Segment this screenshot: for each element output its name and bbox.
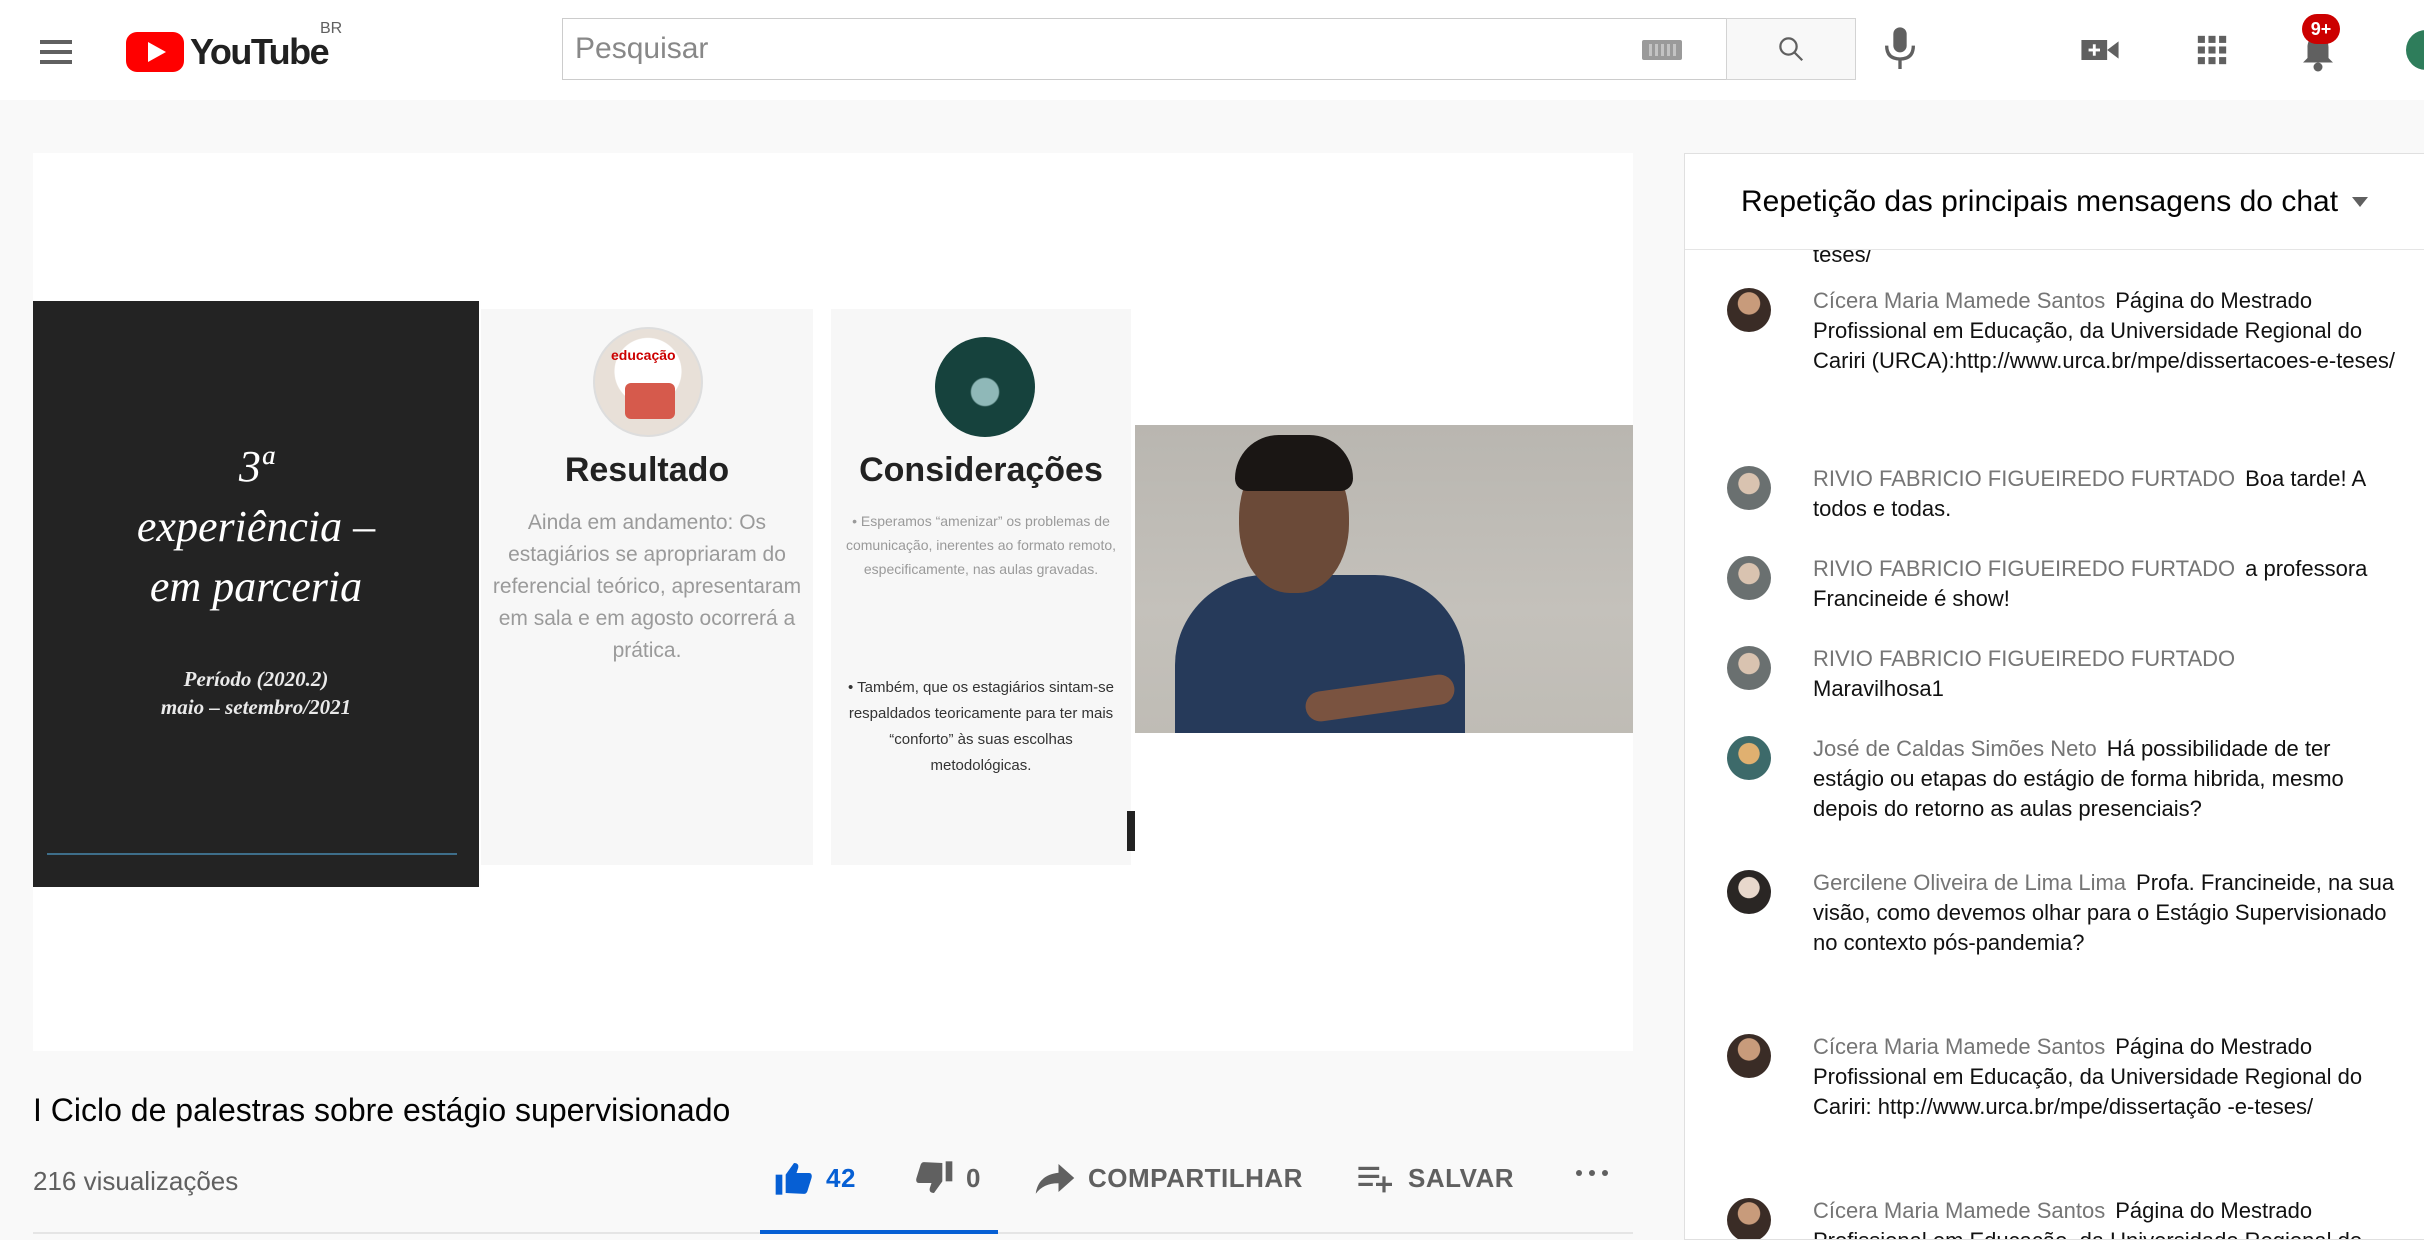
chat-mode-selector[interactable]: Repetição das principais mensagens do ch…	[1685, 154, 2424, 250]
apps-grid-icon	[2197, 35, 2227, 65]
search-input[interactable]	[562, 18, 1726, 80]
result-text: Ainda em andamento: Os estagiários se ap…	[492, 511, 802, 662]
youtube-logo[interactable]: YouTube	[126, 28, 330, 76]
youtube-play-icon	[126, 32, 184, 72]
slide-accent-line	[47, 853, 457, 855]
chat-message-text: Cícera Maria Mamede Santos Página do Mest…	[1813, 286, 2403, 376]
like-count: 42	[826, 1162, 856, 1193]
period-line-2: maio – setembro/2021	[160, 695, 352, 719]
video-player[interactable]: 3ª experiência – em parceria Período (20…	[33, 153, 1633, 1051]
author-name[interactable]: Cícera Maria Mamede Santos	[1813, 288, 2105, 313]
save-button[interactable]: SALVAR	[1356, 1150, 1514, 1206]
video-camera-plus-icon	[2081, 40, 2119, 60]
chevron-down-icon	[2352, 196, 2369, 207]
like-ratio-fill	[760, 1230, 998, 1234]
apps-button[interactable]	[2186, 24, 2238, 76]
author-name[interactable]: Cícera Maria Mamede Santos	[1813, 1198, 2105, 1223]
author-avatar[interactable]	[1727, 736, 1771, 780]
slide-considerations-column: Considerações • Esperamos “amenizar” os …	[831, 309, 1131, 865]
author-name[interactable]: RIVIO FABRICIO FIGUEIREDO FURTADO	[1813, 646, 2235, 671]
speaker-webcam	[1135, 425, 1633, 733]
author-avatar[interactable]	[1727, 556, 1771, 600]
keyboard-icon[interactable]	[1642, 40, 1682, 60]
speaker-hair	[1235, 435, 1353, 491]
more-dots-icon[interactable]	[1576, 1170, 1608, 1176]
masthead: YouTube BR 9+	[0, 0, 2424, 100]
video-title: I Ciclo de palestras sobre estágio super…	[33, 1092, 731, 1128]
microphone-icon[interactable]	[1880, 24, 1920, 74]
considerations-title: Considerações	[859, 451, 1103, 489]
author-avatar[interactable]	[1727, 870, 1771, 914]
save-label: SALVAR	[1408, 1162, 1515, 1193]
chat-message-text: José de Caldas Simões Neto Há possibilida…	[1813, 734, 2403, 824]
chat-message-text: RIVIO FABRICIO FIGUEIREDO FURTADO Boa tar…	[1813, 464, 2403, 524]
dislike-button[interactable]: 0	[914, 1150, 981, 1206]
like-ratio-bar	[760, 1230, 998, 1240]
author-avatar[interactable]	[1727, 288, 1771, 332]
share-button[interactable]: COMPARTILHAR	[1034, 1150, 1303, 1206]
author-name[interactable]: José de Caldas Simões Neto	[1813, 736, 2097, 761]
slide-experience-title: 3ª experiência – em parceria	[33, 437, 479, 617]
slide-edge-mark	[1127, 811, 1135, 851]
chat-header-label: Repetição das principais mensagens do ch…	[1741, 184, 2339, 218]
author-avatar[interactable]	[1727, 466, 1771, 510]
considerations-text-1: • Esperamos “amenizar” os problemas de c…	[845, 513, 1117, 577]
share-arrow-icon	[1035, 1164, 1075, 1194]
author-avatar[interactable]	[1727, 1034, 1771, 1078]
presentation-slide: 3ª experiência – em parceria Período (20…	[33, 301, 1135, 891]
search-box	[562, 18, 1856, 80]
hamburger-menu-icon[interactable]	[34, 30, 78, 74]
playlist-add-icon	[1358, 1166, 1392, 1193]
slide-title-panel: 3ª experiência – em parceria Período (20…	[33, 301, 479, 887]
slide-result-column: Resultado Ainda em andamento: Os estagiá…	[481, 309, 813, 865]
search-icon	[1779, 37, 1804, 62]
considerations-text-2: • Também, que os estagiários sintam-se r…	[848, 679, 1114, 774]
message-body: Maravilhosa1	[1813, 676, 1944, 701]
education-image	[593, 327, 703, 437]
thumbs-down-icon	[916, 1161, 953, 1193]
chat-message-text: Cícera Maria Mamede Santos Página do Mest…	[1813, 1032, 2403, 1122]
country-code: BR	[320, 20, 343, 37]
chat-message-text: RIVIO FABRICIO FIGUEIREDO FURTADO a profe…	[1813, 554, 2403, 614]
author-name[interactable]: RIVIO FABRICIO FIGUEIREDO FURTADO	[1813, 466, 2235, 491]
like-button[interactable]: 42	[774, 1150, 856, 1206]
search-button[interactable]	[1726, 18, 1856, 80]
logo-text: YouTube	[190, 31, 330, 72]
chat-message-text: RIVIO FABRICIO FIGUEIREDO FURTADO Maravil…	[1813, 644, 2403, 704]
dislike-count: 0	[966, 1162, 981, 1193]
author-avatar[interactable]	[1727, 646, 1771, 690]
author-name[interactable]: RIVIO FABRICIO FIGUEIREDO FURTADO	[1813, 556, 2235, 581]
chat-message-text: Cícera Maria Mamede Santos Página do Mest…	[1813, 1196, 2403, 1239]
period-line-1: Período (2020.2)	[183, 667, 329, 691]
exp-line-3: em parceria	[149, 562, 363, 611]
result-title: Resultado	[564, 451, 730, 489]
exp-line-1: 3ª	[238, 442, 274, 491]
author-avatar[interactable]	[1727, 1198, 1771, 1239]
share-label: COMPARTILHAR	[1088, 1162, 1303, 1193]
thumbs-up-icon	[775, 1163, 812, 1195]
author-name[interactable]: Cícera Maria Mamede Santos	[1813, 1034, 2105, 1059]
account-avatar[interactable]	[2406, 30, 2424, 70]
create-video-button[interactable]	[2074, 24, 2126, 76]
hand-image	[935, 337, 1035, 437]
view-count: 216 visualizações	[33, 1166, 239, 1196]
notification-badge: 9+	[2302, 14, 2340, 44]
slide-period: Período (2020.2) maio – setembro/2021	[33, 665, 479, 721]
exp-line-2: experiência –	[136, 502, 376, 551]
live-chat-replay: Repetição das principais mensagens do ch…	[1684, 153, 2424, 1240]
author-name[interactable]: Gercilene Oliveira de Lima Lima	[1813, 870, 2126, 895]
chat-message-text: Gercilene Oliveira de Lima Lima Profa. Fr…	[1813, 868, 2403, 958]
